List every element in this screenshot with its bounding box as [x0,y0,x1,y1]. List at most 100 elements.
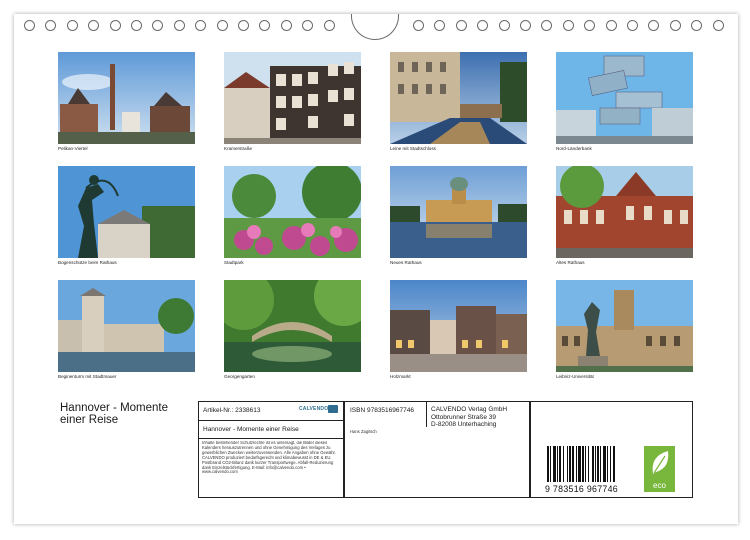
binding-hole [669,20,681,31]
barcode-bars [547,446,615,482]
photo-caption: Leine mit Stadtschloss [390,146,436,151]
photo-thumb: Stadtpark [224,166,361,265]
binding-hole [259,20,271,31]
binding-hole [584,20,596,31]
barcode-bar [603,446,606,482]
eco-label: eco [653,481,666,490]
eco-badge: eco [644,446,675,492]
barcode-bar [567,446,568,482]
barcode-bar [613,446,615,482]
binding-hole [323,20,335,31]
author: Hans Zagitsch [350,429,377,434]
barcode-bar [585,446,586,482]
barcode-number: 9 783516 967746 [545,484,618,494]
barcode-bar [550,446,551,482]
photo-pelikan-viertel [58,52,195,144]
photo-thumb: Pelikan-Viertel [58,52,195,151]
photo-leine-stadtschloss [390,52,527,144]
photo-caption: Holzmarkt [390,374,411,379]
barcode-bar [597,446,599,482]
divider [426,401,427,427]
binding-hole [45,20,57,31]
photo-leibniz-universitat [556,280,693,372]
photo-stadtpark [224,166,361,258]
article-number: Artikel-Nr.: 2338613 [203,407,261,414]
binding-hole [280,20,292,31]
photo-thumb: Kramerstraße [224,52,361,151]
binding-hole [238,20,249,31]
photo-caption: Neues Rathaus [390,260,422,265]
binding-hole [648,20,660,31]
photo-thumb: Nord-Länderbank [556,52,693,151]
binding-hole [562,20,574,31]
photo-caption: Leibniz-Universität [556,374,594,379]
barcode-bar [595,446,596,482]
barcode-bar [588,446,589,482]
barcode-bar [592,446,594,482]
book-title: Hannover - Momente einer Reise [203,426,299,433]
photo-caption: Beginenturm mit Stadtmauer [58,374,117,379]
binding-hole [216,20,228,31]
binding-hole [66,20,78,31]
photo-thumb: Altes Rathaus [556,166,693,265]
binding-hole [88,20,100,31]
article-cell: Artikel-Nr.: 2338613 CALVENDO [198,401,344,421]
binding-hole [477,20,489,31]
barcode-bar [569,446,571,482]
photo-caption: Kramerstraße [224,146,253,151]
photo-caption: Stadtpark [224,260,244,265]
binding-hole [24,20,35,31]
barcode-bar [559,446,561,482]
calvendo-logo: CALVENDO [299,406,329,412]
barcode-bar [582,446,584,482]
publisher-line-1: CALVENDO Verlag GmbH [431,406,508,413]
binding-hole [712,20,724,31]
photo-bogenschutze [58,166,195,258]
title-cell: Hannover - Momente einer Reise [198,421,344,439]
calendar-title: Hannover - Momente einer Reise [60,402,169,426]
binding-hole [541,20,553,31]
barcode-bar [600,446,601,482]
publisher-line-3: D-82008 Unterhaching [431,421,497,428]
photo-caption: Georgengarten [224,374,255,379]
barcode-bar [572,446,574,482]
photo-altes-rathaus [556,166,693,258]
binding-hole [691,20,703,31]
binding-hole [195,20,207,31]
barcode-bar [607,446,608,482]
barcode-bar [557,446,558,482]
binding-hole [520,20,531,31]
photo-neues-rathaus [390,166,527,258]
photo-thumb: Bogenschütze beim Rathaus [58,166,195,265]
binding-hole [109,20,121,31]
leaf-icon [652,451,669,474]
isbn: ISBN 9783516967746 [350,407,414,414]
photo-thumb: Beginenturm mit Stadtmauer [58,280,195,379]
photo-thumb: Leibniz-Universität [556,280,693,379]
barcode-bar [563,446,564,482]
photo-caption: Pelikan-Viertel [58,146,88,151]
binding-hole [131,20,142,31]
photo-caption: Nord-Länderbank [556,146,592,151]
barcode-bar [553,446,556,482]
barcode-bar [576,446,577,482]
legal-text: Inhalte bestehender Schutzrechte ist es … [202,441,336,475]
binding-hole [173,20,185,31]
photo-holzmarkt [390,280,527,372]
calvendo-logo-icon [328,405,338,413]
binding-hole [302,20,314,31]
publisher-line-2: Ottobrunner Straße 39 [431,413,497,421]
photo-caption: Bogenschütze beim Rathaus [58,260,117,265]
photo-nord-landerbank [556,52,693,144]
photo-thumb: Leine mit Stadtschloss [390,52,527,151]
binding-hole [605,20,617,31]
photo-thumb: Neues Rathaus [390,166,527,265]
barcode: 9 783516 967746 [545,446,629,496]
barcode-bar [547,446,549,482]
photo-thumb: Holzmarkt [390,280,527,379]
photo-thumb: Georgengarten [224,280,361,379]
photo-beginenturm [58,280,195,372]
binding-hole [498,20,510,31]
barcode-bar [578,446,581,482]
binding-hole [413,20,424,31]
